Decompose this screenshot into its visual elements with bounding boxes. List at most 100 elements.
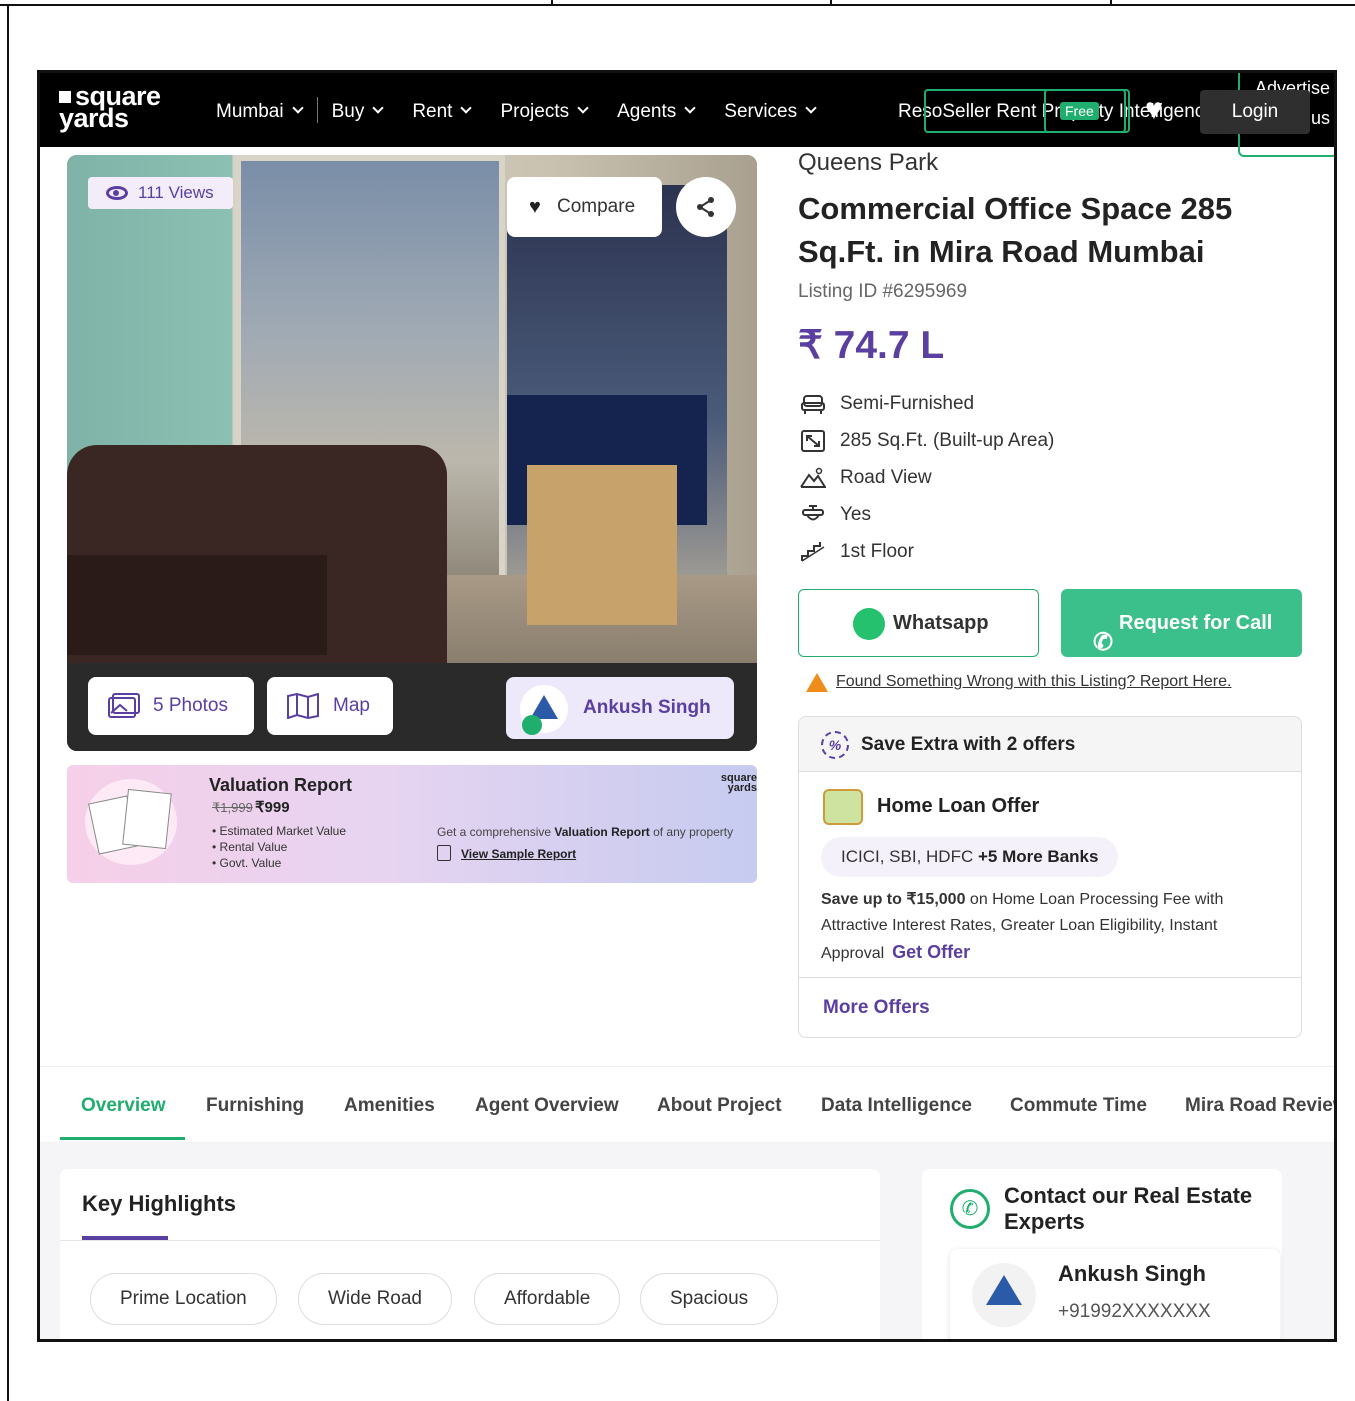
key-highlights-title: Key Highlights [82, 1191, 237, 1216]
whatsapp-button[interactable]: Whatsapp [798, 589, 1039, 657]
tab-amenities[interactable]: Amenities [344, 1095, 435, 1117]
valuation-report-banner[interactable]: Valuation Report ₹1,999 ₹999 • Estimated… [67, 765, 757, 883]
login-button[interactable]: Login [1200, 90, 1310, 134]
home-loan-title: Home Loan Offer [877, 795, 1040, 817]
offer-description: Save up to ₹15,000 on Home Loan Processi… [821, 891, 1224, 962]
warning-icon [806, 673, 828, 692]
nav-buy[interactable]: Buy [332, 101, 384, 123]
divider [60, 1240, 880, 1241]
feature-view: Road View [798, 467, 932, 489]
photos-button[interactable]: 5 Photos [88, 677, 254, 735]
feature-floor: 1st Floor [798, 541, 914, 563]
valuation-title: Valuation Report [209, 775, 353, 795]
nav-city-select[interactable]: Mumbai [216, 101, 304, 123]
nav-links: Mumbai Buy Rent Projects Agents Services [216, 97, 845, 123]
offers-header: % Save Extra with 2 offers [799, 717, 1301, 772]
road-view-icon [800, 467, 826, 488]
highlight-chip: Prime Location [90, 1273, 277, 1325]
offers-card: % Save Extra with 2 offers Home Loan Off… [798, 716, 1302, 1038]
heart-icon: ♥ [529, 196, 541, 218]
nav-rent[interactable]: Rent [412, 101, 473, 123]
phone-icon: ✆ [1093, 629, 1114, 656]
get-offer-link[interactable]: Get Offer [892, 942, 970, 962]
eye-icon [106, 186, 128, 200]
tap-icon [802, 505, 824, 521]
window-frame-left [7, 6, 9, 1401]
listing-title: Commercial Office Space 285 Sq.Ft. in Mi… [798, 191, 1233, 269]
valuation-description: Get a comprehensive Valuation Report of … [437, 825, 734, 839]
photo-sofa-seat [67, 555, 327, 655]
page: square yards Mumbai Buy Rent Projects Ag… [0, 0, 1355, 1401]
highlight-chip: Affordable [474, 1273, 621, 1325]
property-photo-gallery[interactable]: 111 Views ♥ Compare 5 Photos Map Ankush … [67, 155, 757, 751]
whatsapp-icon [853, 608, 885, 640]
agent-logo [972, 1263, 1036, 1327]
more-offers-link[interactable]: More Offers [823, 997, 930, 1019]
feature-area: 285 Sq.Ft. (Built-up Area) [798, 430, 1054, 452]
tab-overview[interactable]: Overview [81, 1095, 166, 1117]
tab-about-project[interactable]: About Project [657, 1095, 782, 1117]
nav-projects[interactable]: Projects [500, 101, 589, 123]
discount-icon: % [821, 731, 849, 759]
agent-card[interactable]: Ankush Singh +91992XXXXXXX [950, 1249, 1280, 1339]
lower-content: Key Highlights Prime Location Wide Road … [40, 1143, 1334, 1339]
agent-name: Ankush Singh [1058, 1261, 1206, 1286]
heart-icon[interactable]: ♥ [1145, 93, 1163, 127]
photo-box [527, 465, 677, 625]
nav-services[interactable]: Services [724, 101, 817, 123]
valuation-old-price: ₹1,999 [212, 800, 253, 815]
section-underline [82, 1236, 168, 1240]
share-button[interactable] [676, 177, 736, 237]
valuation-new-price: ₹999 [255, 799, 290, 816]
agent-phone: +91992XXXXXXX [1058, 1301, 1211, 1322]
valuation-bullets: • Estimated Market Value • Rental Value … [212, 824, 347, 870]
listing-price: ₹ 74.7 L [798, 324, 945, 367]
tab-furnishing[interactable]: Furnishing [206, 1095, 304, 1117]
compare-button[interactable]: ♥ Compare [507, 177, 662, 237]
highlight-chip: Wide Road [298, 1273, 452, 1325]
window-frame-top [0, 0, 1355, 6]
chevron-down-icon [805, 102, 817, 114]
share-icon [697, 197, 714, 217]
request-call-button[interactable]: ✆ Request for Call [1061, 589, 1302, 657]
highlight-chip: Spacious [640, 1273, 779, 1325]
square-yards-logo[interactable]: square yards [59, 83, 161, 132]
map-icon [287, 693, 319, 719]
document-icon [437, 845, 451, 861]
chevron-down-icon [577, 102, 589, 114]
chevron-down-icon [460, 102, 473, 114]
report-illustration [85, 779, 177, 865]
map-button[interactable]: Map [267, 677, 393, 735]
tab-commute-time[interactable]: Commute Time [1010, 1095, 1147, 1117]
divider [799, 977, 1301, 978]
chevron-down-icon [684, 102, 696, 114]
area-icon [801, 430, 825, 452]
feature-water: Yes [798, 504, 871, 526]
stairs-icon [801, 542, 825, 562]
key-highlights-card: Key Highlights Prime Location Wide Road … [60, 1169, 880, 1339]
chevron-down-icon [291, 102, 304, 114]
project-name[interactable]: Queens Park [798, 149, 938, 177]
nav-agents[interactable]: Agents [617, 101, 696, 123]
tab-data-intelligence[interactable]: Data Intelligence [821, 1095, 972, 1117]
tab-mira-road-review[interactable]: Mira Road Review [1185, 1095, 1334, 1117]
home-loan-icon [823, 789, 863, 825]
free-badge: Free [1060, 102, 1099, 120]
report-listing-link[interactable]: Found Something Wrong with this Listing?… [806, 673, 1231, 692]
views-badge: 111 Views [88, 177, 233, 209]
feature-furnishing: Semi-Furnished [798, 393, 974, 415]
banks-chip[interactable]: ICICI, SBI, HDFC +5 More Banks [821, 837, 1119, 877]
section-tabs: Overview Furnishing Amenities Agent Over… [40, 1066, 1334, 1142]
phone-icon: ✆ [950, 1189, 990, 1229]
photos-icon [108, 693, 140, 718]
contact-experts-card: ✆ Contact our Real Estate Experts Ankush… [922, 1169, 1282, 1339]
tab-agent-overview[interactable]: Agent Overview [475, 1095, 619, 1117]
sofa-icon [801, 395, 825, 414]
view-sample-report-link[interactable]: View Sample Report [437, 845, 576, 861]
top-navbar: square yards Mumbai Buy Rent Projects Ag… [40, 73, 1334, 157]
agent-chip-button[interactable]: Ankush Singh [506, 677, 734, 739]
whatsapp-icon [522, 715, 542, 735]
chevron-down-icon [372, 102, 384, 114]
browser-viewport: square yards Mumbai Buy Rent Projects Ag… [37, 70, 1337, 1342]
contact-title: Contact our Real Estate Experts [1004, 1183, 1253, 1234]
